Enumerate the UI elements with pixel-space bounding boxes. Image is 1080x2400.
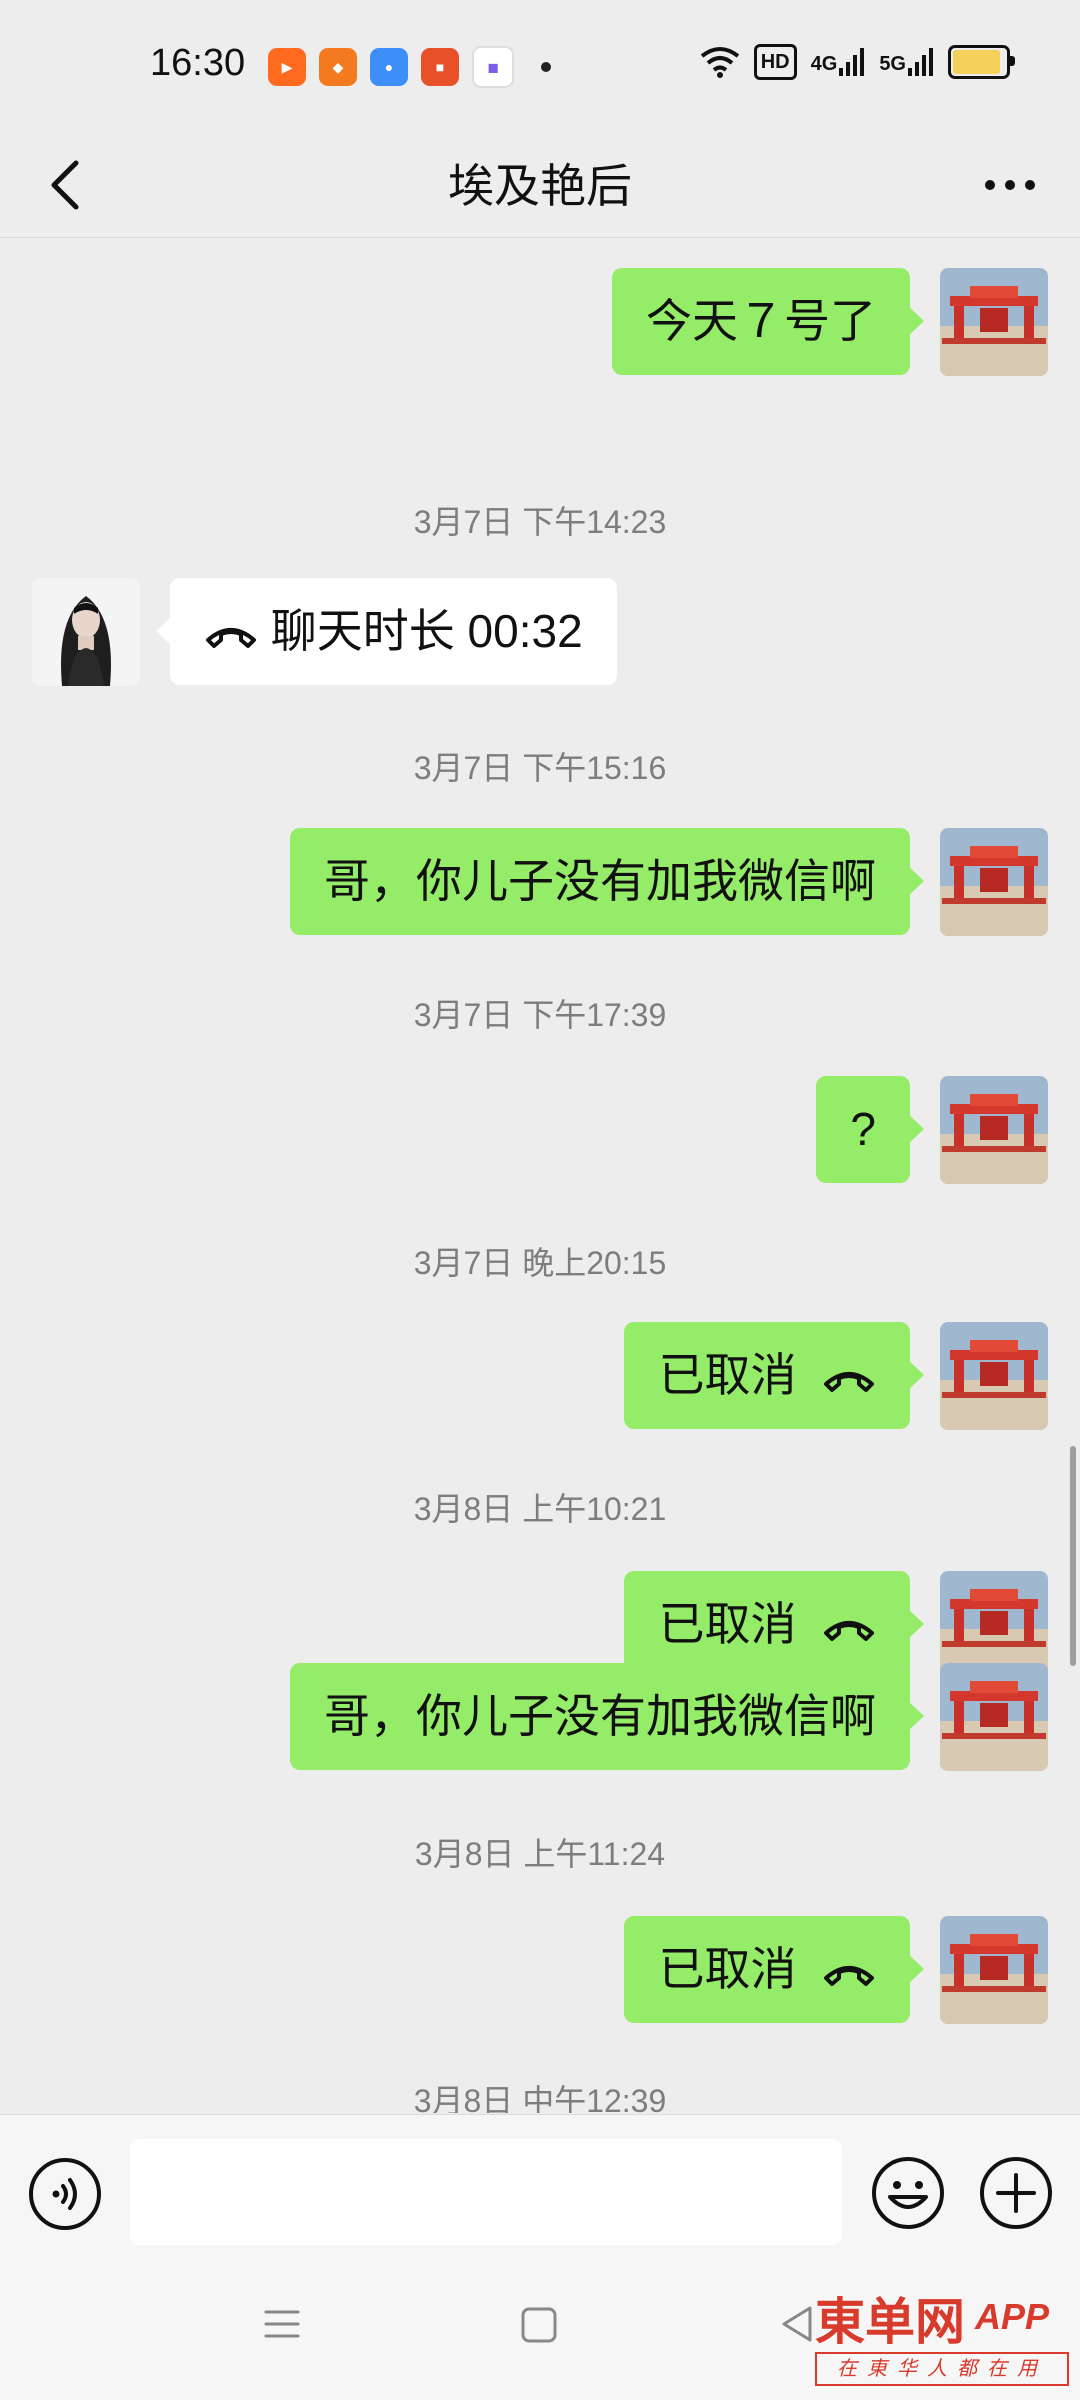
- phone-call-icon: [206, 627, 256, 648]
- watermark: 東单网 APP 在東华人都在用: [815, 2282, 1070, 2392]
- contact-avatar[interactable]: [32, 578, 140, 686]
- call-record-bubble[interactable]: 已取消: [624, 1322, 924, 1429]
- my-avatar[interactable]: [940, 1916, 1048, 2024]
- sent-message-bubble[interactable]: ?: [816, 1076, 924, 1183]
- message-timestamp: 3月7日 下午14:23: [413, 504, 667, 540]
- phone-call-icon: [824, 1371, 874, 1392]
- fox-app-icon: ◆: [319, 48, 357, 86]
- message-text: 已取消: [658, 1598, 797, 1650]
- watermark-logo: 東单网: [815, 2292, 965, 2351]
- plus-icon[interactable]: [978, 2155, 1054, 2231]
- message-input[interactable]: [130, 2139, 842, 2245]
- sent-message-bubble[interactable]: 今天７号了: [612, 268, 924, 375]
- sent-message-bubble[interactable]: 哥，你儿子没有加我微信啊: [290, 1663, 924, 1770]
- chat-title: 埃及艳后: [448, 160, 632, 212]
- nav-back-icon[interactable]: [778, 2304, 818, 2344]
- home-icon[interactable]: [520, 2306, 558, 2344]
- status-bar: 16:30 ▶ ◆ ● ■ ◼ HD 4G 5G: [0, 0, 1080, 135]
- message-text: 哥，你儿子没有加我微信啊: [324, 1690, 876, 1742]
- message-text: 哥，你儿子没有加我微信啊: [324, 855, 876, 907]
- message-timestamp: 3月8日 上午10:21: [413, 1491, 667, 1527]
- purple-app-icon: ◼: [472, 46, 514, 88]
- battery-icon: [948, 45, 1015, 79]
- input-bar: [0, 2114, 1080, 2275]
- message-text: ?: [850, 1103, 876, 1155]
- battery-level: [953, 50, 1000, 74]
- my-avatar[interactable]: [940, 1663, 1048, 1771]
- message-timestamp: 3月7日 下午15:16: [413, 750, 667, 786]
- message-timestamp: 3月8日 中午12:39: [413, 2083, 667, 2113]
- watermark-tagline: 在東华人都在用: [815, 2352, 1069, 2386]
- emoji-icon[interactable]: [870, 2155, 946, 2231]
- message-text: 今天７号了: [646, 295, 876, 347]
- more-notifications-dot: [541, 62, 551, 72]
- map-app-icon: ●: [370, 48, 408, 86]
- message-text: 已取消: [658, 1943, 797, 1995]
- system-indicators: HD 4G 5G: [700, 44, 1015, 80]
- message-text: 已取消: [658, 1349, 797, 1401]
- status-time: 16:30: [150, 42, 246, 84]
- voice-input-icon[interactable]: [28, 2157, 102, 2231]
- call-record-bubble[interactable]: 已取消: [624, 1571, 924, 1678]
- message-timestamp: 3月8日 上午11:24: [414, 1836, 666, 1872]
- phone-call-icon: [824, 1965, 874, 1986]
- message-timestamp: 3月7日 晚上20:15: [413, 1245, 667, 1281]
- recent-apps-icon[interactable]: [262, 2304, 302, 2344]
- message-text: 聊天时长 00:32: [270, 605, 583, 657]
- message-list[interactable]: 今天７号了 3月7日 下午14:23 聊天时长 00:32 3月7日 下午15:16…: [0, 238, 1080, 2113]
- my-avatar[interactable]: [940, 268, 1048, 376]
- hd-voice-badge: HD: [753, 44, 797, 80]
- notification-icons: ▶ ◆ ● ■ ◼: [268, 46, 551, 88]
- more-options-icon[interactable]: [960, 145, 1060, 225]
- my-avatar[interactable]: [940, 828, 1048, 936]
- signal-4g-icon: 4G: [811, 48, 866, 76]
- my-avatar[interactable]: [940, 1322, 1048, 1430]
- navigation-bar: 東单网 APP 在東华人都在用: [0, 2274, 1080, 2400]
- phone-call-icon: [824, 1620, 874, 1641]
- scrollbar[interactable]: [1070, 1446, 1076, 1666]
- dingdan-app-icon: ■: [421, 48, 459, 86]
- chat-header: 埃及艳后: [0, 135, 1080, 238]
- call-record-bubble[interactable]: 已取消: [624, 1916, 924, 2023]
- my-avatar[interactable]: [940, 1076, 1048, 1184]
- wifi-icon: [700, 47, 739, 78]
- sent-message-bubble[interactable]: 哥，你儿子没有加我微信啊: [290, 828, 924, 935]
- signal-5g-icon: 5G: [879, 48, 934, 76]
- kuaishou-app-icon: ▶: [268, 48, 306, 86]
- call-record-bubble[interactable]: 聊天时长 00:32: [156, 578, 617, 685]
- watermark-app: APP: [975, 2296, 1050, 2337]
- message-timestamp: 3月7日 下午17:39: [413, 997, 667, 1033]
